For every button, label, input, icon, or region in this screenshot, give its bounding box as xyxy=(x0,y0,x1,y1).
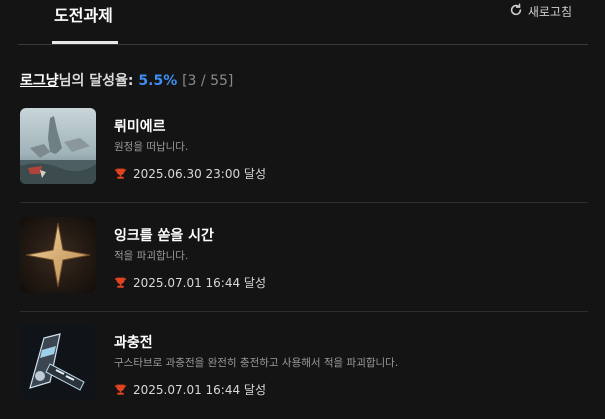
refresh-button[interactable]: 새로고침 xyxy=(509,3,572,20)
achievement-title: 뤼미에르 xyxy=(114,119,166,135)
achievement-item[interactable]: 뤼미에르 원정을 떠납니다. 2025.06.30 23:00 달성 xyxy=(20,108,588,203)
achievement-image-overcharge xyxy=(20,324,96,400)
achievement-title: 잉크를 쏟을 시간 xyxy=(114,228,214,244)
achievement-image-ink-time xyxy=(20,217,96,293)
achievement-description: 원정을 떠납니다. xyxy=(114,141,189,153)
tab-bar: 도전과제 새로고침 xyxy=(18,0,588,45)
achievement-list: 뤼미에르 원정을 떠납니다. 2025.06.30 23:00 달성 잉크를 쏟… xyxy=(20,108,588,418)
achievement-description: 적을 파괴합니다. xyxy=(114,250,189,262)
achievement-date-text: 2025.07.01 16:44 달성 xyxy=(133,383,266,397)
achievement-date: 2025.07.01 16:44 달성 xyxy=(114,274,266,291)
tab-achievements[interactable]: 도전과제 xyxy=(52,0,115,44)
achievement-description: 구스타브로 과충전을 완전히 충전하고 사용해서 적을 파괴합니다. xyxy=(114,357,399,369)
completion-percent: 5.5% xyxy=(138,73,178,89)
achievement-image-lumiere xyxy=(20,108,96,184)
trophy-icon xyxy=(114,168,127,179)
achievement-item[interactable]: 과충전 구스타브로 과충전을 완전히 충전하고 사용해서 적을 파괴합니다. 2… xyxy=(20,324,588,418)
achievement-summary: 로그냥님의 달성율: 5.5% [3 / 55] xyxy=(20,70,233,90)
refresh-icon xyxy=(509,3,523,20)
active-tab-indicator xyxy=(52,41,118,44)
achievement-date: 2025.07.01 16:44 달성 xyxy=(114,381,266,398)
trophy-icon xyxy=(114,277,127,288)
completion-count: [3 / 55] xyxy=(182,73,234,89)
achievements-page: 도전과제 새로고침 로그냥님의 달성율: 5.5% [3 / 55] 뤼미에르 … xyxy=(0,0,605,419)
achievement-date-text: 2025.06.30 23:00 달성 xyxy=(133,167,266,181)
achievement-item[interactable]: 잉크를 쏟을 시간 적을 파괴합니다. 2025.07.01 16:44 달성 xyxy=(20,217,588,312)
user-nickname[interactable]: 로그냥 xyxy=(20,73,59,89)
achievement-date-text: 2025.07.01 16:44 달성 xyxy=(133,276,266,290)
achievement-title: 과충전 xyxy=(114,335,153,351)
refresh-label: 새로고침 xyxy=(527,5,572,19)
achievement-date: 2025.06.30 23:00 달성 xyxy=(114,165,266,182)
trophy-icon xyxy=(114,384,127,395)
summary-label: 님의 달성율: xyxy=(58,73,139,89)
